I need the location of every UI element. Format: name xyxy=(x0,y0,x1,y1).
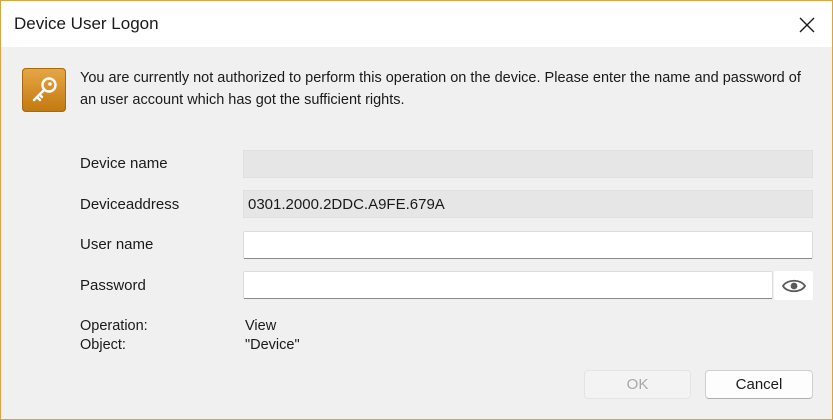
logon-dialog: Device User Logon You are currently not … xyxy=(0,0,833,420)
object-value: "Device" xyxy=(245,337,300,353)
close-button[interactable] xyxy=(787,9,827,41)
user-name-label: User name xyxy=(80,236,154,253)
ok-button[interactable]: OK xyxy=(584,370,691,399)
key-icon xyxy=(22,68,66,112)
eye-icon xyxy=(782,279,806,293)
device-name-field xyxy=(243,150,813,178)
title-bar: Device User Logon xyxy=(1,1,832,47)
device-name-label: Device name xyxy=(80,155,168,172)
device-address-field: 0301.2000.2DDC.A9FE.679A xyxy=(243,190,813,218)
close-icon xyxy=(799,17,815,33)
device-address-label: Deviceaddress xyxy=(80,196,180,213)
authorization-message: You are currently not authorized to perf… xyxy=(80,70,801,108)
window-title: Device User Logon xyxy=(14,14,159,33)
operation-label: Operation: xyxy=(80,318,148,334)
show-password-button[interactable] xyxy=(774,271,813,300)
password-label: Password xyxy=(80,277,146,294)
object-label: Object: xyxy=(80,337,126,353)
operation-value: View xyxy=(245,318,277,334)
password-input[interactable] xyxy=(243,271,773,299)
cancel-button[interactable]: Cancel xyxy=(705,370,813,399)
user-name-input[interactable] xyxy=(243,231,813,259)
